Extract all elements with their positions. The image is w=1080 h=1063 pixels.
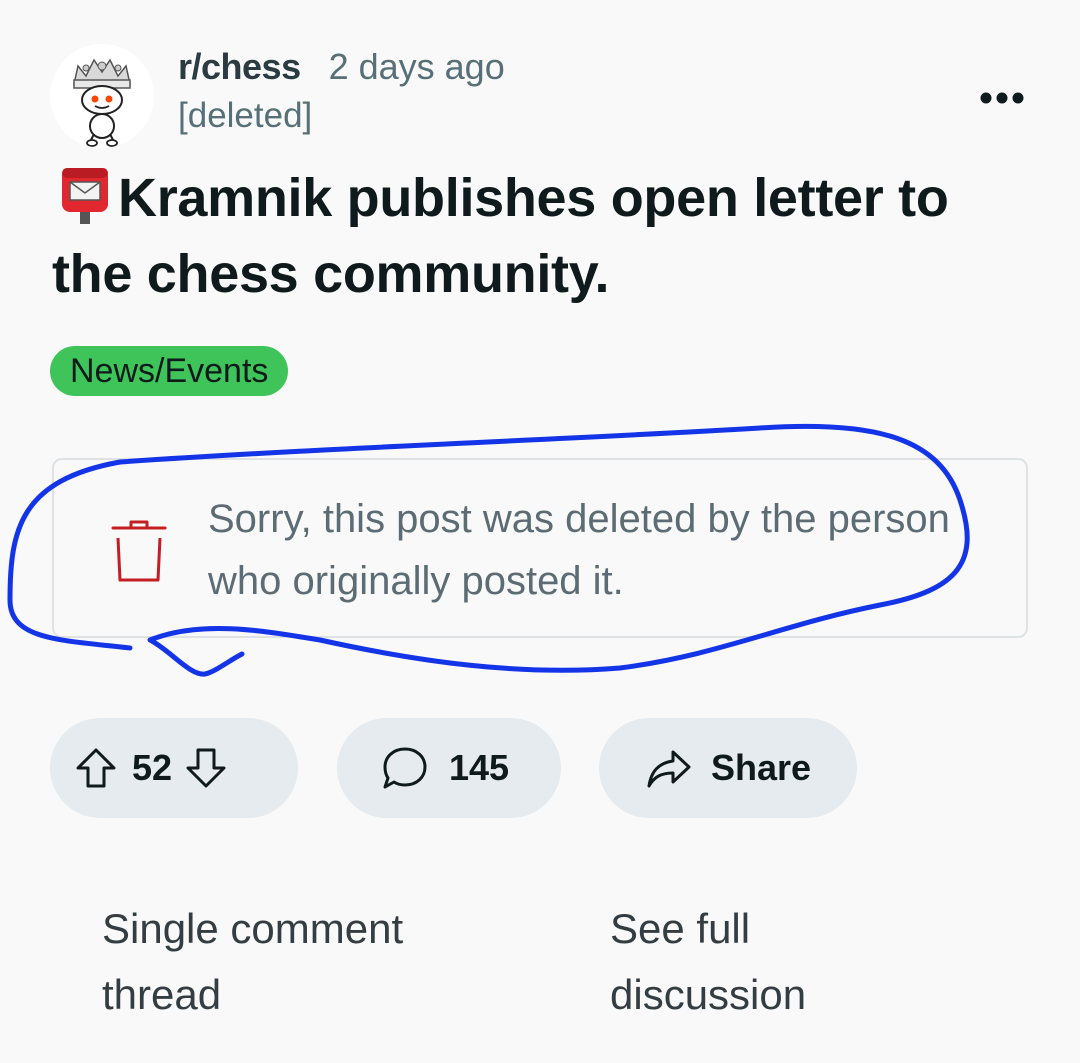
- trash-icon: [109, 518, 169, 588]
- downvote-button[interactable]: [184, 746, 228, 790]
- deleted-notice-text: Sorry, this post was deleted by the pers…: [208, 497, 950, 603]
- comment-bubble-icon: [383, 747, 427, 789]
- single-comment-thread-link[interactable]: Single comment thread: [102, 896, 462, 1028]
- upvote-arrow-icon: [76, 748, 116, 788]
- vote-control: 52: [50, 718, 298, 818]
- upvote-button[interactable]: [74, 746, 118, 790]
- more-options-icon: [980, 92, 1024, 104]
- share-arrow-icon: [647, 750, 691, 788]
- downvote-arrow-icon: [186, 748, 226, 788]
- post-flair[interactable]: News/Events: [50, 346, 289, 396]
- post-author[interactable]: [deleted]: [178, 96, 505, 136]
- vote-score: 52: [132, 747, 173, 788]
- comments-button[interactable]: 145: [337, 718, 561, 818]
- subreddit-avatar[interactable]: [50, 44, 154, 148]
- post-meta: r/chess 2 days ago [deleted]: [178, 46, 505, 136]
- postbox-emoji-icon: [52, 162, 116, 226]
- more-options-button[interactable]: [974, 78, 1030, 118]
- subreddit-name[interactable]: r/chess: [178, 46, 301, 88]
- see-full-discussion-link[interactable]: See full discussion: [610, 896, 870, 1028]
- post-age: 2 days ago: [328, 46, 505, 87]
- deleted-post-notice: Sorry, this post was deleted by the pers…: [52, 458, 1028, 638]
- subreddit-avatar-icon: [73, 58, 131, 147]
- comment-count: 145: [449, 747, 510, 788]
- share-label: Share: [711, 747, 812, 788]
- post-title-text: Kramnik publishes open letter to the che…: [52, 168, 949, 304]
- post-title[interactable]: Kramnik publishes open letter to the che…: [52, 160, 1012, 312]
- share-button[interactable]: Share: [599, 718, 857, 818]
